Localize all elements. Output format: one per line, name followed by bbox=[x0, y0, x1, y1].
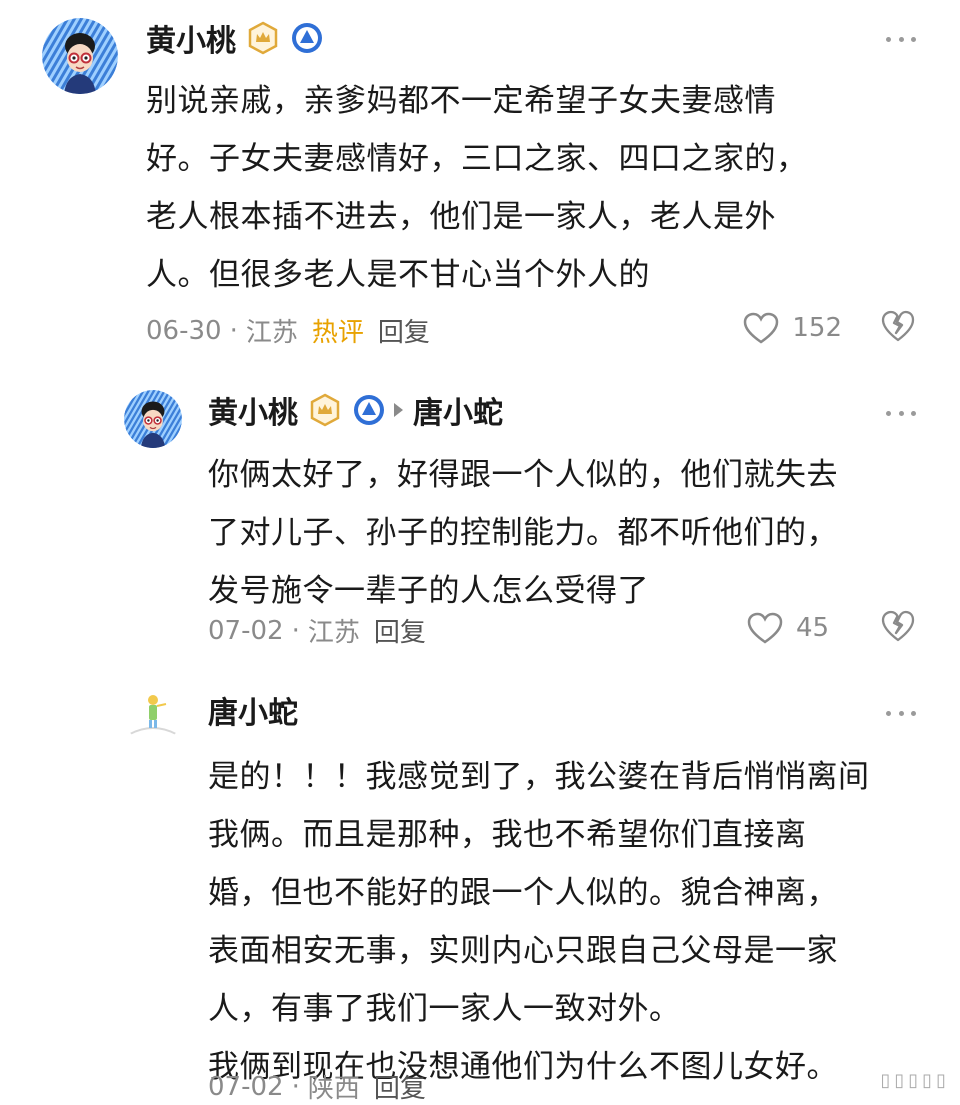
comment-date: 07-02 bbox=[208, 1071, 284, 1102]
reply-button[interactable]: 回复 bbox=[374, 1068, 426, 1105]
cartoon-avatar-icon bbox=[42, 18, 118, 94]
reply-to-arrow-icon bbox=[394, 403, 403, 417]
like-button[interactable]: 45 bbox=[746, 611, 842, 645]
more-options-icon[interactable] bbox=[886, 34, 916, 44]
cartoon-avatar-icon bbox=[124, 390, 182, 448]
comment-line: 老人根本插不进去，他们是一家人，老人是外 bbox=[146, 199, 776, 235]
author-row: 黄小桃 唐小蛇 bbox=[208, 388, 503, 432]
comment-line: 好。子女夫妻感情好，三口之家、四口之家的， bbox=[146, 141, 808, 177]
comment-line: 了对儿子、孙子的控制能力。都不听他们的， bbox=[208, 515, 838, 551]
comment-line: 婚，但也不能好的跟一个人似的。貌合神离， bbox=[208, 875, 838, 911]
avatar[interactable] bbox=[124, 390, 182, 448]
comment-body: 你俩太好了，好得跟一个人似的，他们就失去 了对儿子、孙子的控制能力。都不听他们的… bbox=[208, 446, 838, 620]
heart-icon bbox=[744, 312, 779, 344]
heart-icon bbox=[747, 612, 783, 644]
author-row: 黄小桃 bbox=[146, 16, 324, 60]
comment-line: 表面相安无事，实则内心只跟自己父母是一家 bbox=[208, 933, 838, 969]
comment-date: 06-30 bbox=[146, 315, 222, 346]
comment-location: 江苏 bbox=[307, 618, 360, 648]
comment-3: 唐小蛇 是的！！！我感觉到了，我公婆在背后悄悄离间 我俩。而且是那种，我也不希望… bbox=[0, 670, 960, 1104]
reply-button[interactable]: 回复 bbox=[374, 612, 426, 649]
comment-line: 你俩太好了，好得跟一个人似的，他们就失去 bbox=[208, 457, 838, 493]
comment-actions: 152 bbox=[742, 308, 916, 348]
comment-1: 黄小桃 别说亲戚，亲爹妈都不一定希望子女夫妻感情 好。子女夫妻感情好，三口之家、… bbox=[0, 0, 960, 370]
like-count: 152 bbox=[792, 313, 842, 343]
avatar[interactable] bbox=[42, 18, 118, 94]
comment-actions: 45 bbox=[746, 608, 916, 648]
like-button[interactable]: 152 bbox=[742, 311, 842, 345]
author-name[interactable]: 黄小桃 bbox=[208, 388, 298, 432]
comment-meta: 06-30 · 江苏 热评 回复 bbox=[146, 312, 430, 349]
blue-level-badge-icon bbox=[290, 21, 324, 55]
reply-button[interactable]: 回复 bbox=[378, 312, 430, 349]
avatar[interactable] bbox=[124, 686, 182, 744]
blue-level-badge-icon bbox=[352, 393, 386, 427]
more-options-icon[interactable] bbox=[886, 708, 916, 718]
comment-location: 陕西 bbox=[307, 1074, 360, 1104]
comment-2: 黄小桃 唐小蛇 你俩太好了，好得跟一个人似的，他们就失去 了对儿子、孙子的控制能… bbox=[0, 370, 960, 670]
broken-heart-icon bbox=[881, 610, 915, 642]
comment-line: 别说亲戚，亲爹妈都不一定希望子女夫妻感情 bbox=[146, 83, 776, 119]
author-name[interactable]: 黄小桃 bbox=[146, 16, 236, 60]
gold-crown-badge-icon bbox=[246, 21, 280, 55]
author-row: 唐小蛇 bbox=[208, 688, 298, 732]
author-name[interactable]: 唐小蛇 bbox=[208, 688, 298, 732]
dislike-button[interactable] bbox=[880, 609, 916, 647]
comment-meta: 07-02 · 江苏 回复 bbox=[208, 612, 426, 649]
watermark-glyphs: ▯▯▯▯▯ bbox=[880, 1069, 950, 1091]
separator-dot: · bbox=[291, 615, 300, 646]
little-prince-avatar-icon bbox=[124, 686, 182, 744]
like-count: 45 bbox=[796, 613, 830, 643]
dislike-button[interactable] bbox=[880, 309, 916, 347]
comment-body: 别说亲戚，亲爹妈都不一定希望子女夫妻感情 好。子女夫妻感情好，三口之家、四口之家… bbox=[146, 72, 808, 304]
separator-dot: · bbox=[229, 315, 238, 346]
broken-heart-icon bbox=[881, 310, 915, 342]
gold-crown-badge-icon bbox=[308, 393, 342, 427]
comment-line: 我俩。而且是那种，我也不希望你们直接离 bbox=[208, 817, 807, 853]
comment-line: 是的！！！我感觉到了，我公婆在背后悄悄离间 bbox=[208, 759, 870, 795]
comment-date: 07-02 bbox=[208, 615, 284, 646]
comment-body: 是的！！！我感觉到了，我公婆在背后悄悄离间 我俩。而且是那种，我也不希望你们直接… bbox=[208, 748, 870, 1096]
reply-to-name[interactable]: 唐小蛇 bbox=[413, 388, 503, 432]
watermark-overlay: ▯▯▯▯▯ bbox=[750, 1060, 960, 1100]
comment-location: 江苏 bbox=[245, 318, 298, 348]
comment-line: 人，有事了我们一家人一致对外。 bbox=[208, 991, 681, 1027]
separator-dot: · bbox=[291, 1071, 300, 1102]
comment-meta: 07-02 · 陕西 回复 bbox=[208, 1068, 426, 1105]
more-options-icon[interactable] bbox=[886, 408, 916, 418]
comment-line: 人。但很多老人是不甘心当个外人的 bbox=[146, 257, 650, 293]
hot-comment-tag: 热评 bbox=[311, 318, 364, 348]
